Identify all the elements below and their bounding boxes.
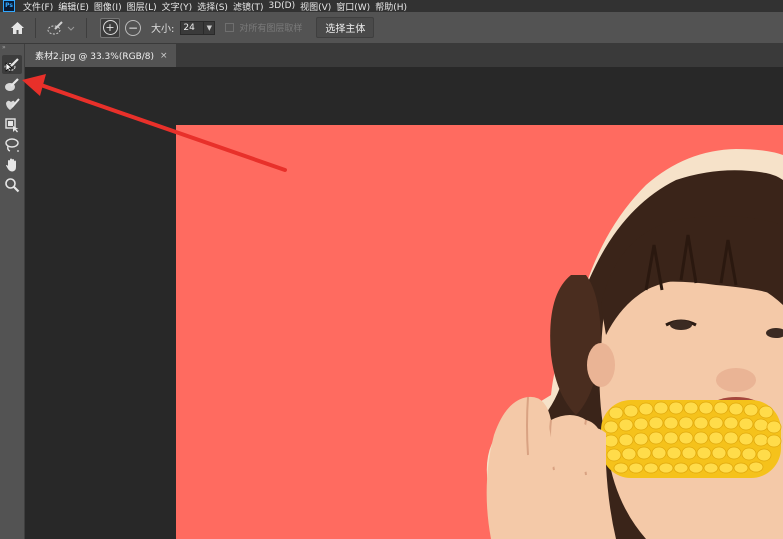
quick-selection-tool[interactable] <box>2 55 22 74</box>
menu-image[interactable]: 图像(I) <box>94 0 127 13</box>
document-tab-title: 素材2.jpg @ 33.3%(RGB/8) <box>35 52 155 62</box>
document-canvas[interactable] <box>176 125 783 539</box>
document-tab[interactable]: 素材2.jpg @ 33.3%(RGB/8) × <box>25 44 176 67</box>
options-bar: + − 大小: ▼ 对所有图层取样 选择主体 <box>0 12 783 44</box>
canvas-workspace[interactable] <box>25 67 783 539</box>
hand-icon <box>6 158 16 171</box>
lasso-tool[interactable] <box>2 135 22 154</box>
brush-selection-icon <box>5 77 19 91</box>
plus-circle-icon: + <box>102 20 118 35</box>
menu-bar: Ps 文件(F) 编辑(E) 图像(I) 图层(L) 文字(Y) 选择(S) 滤… <box>0 0 783 12</box>
quick-selection-preset-icon <box>47 20 75 34</box>
object-selection-icon <box>5 117 19 132</box>
add-to-selection-button[interactable]: + <box>100 17 120 38</box>
healing-brush-icon <box>6 97 20 110</box>
tool-preset-picker[interactable] <box>44 18 78 38</box>
zoom-icon <box>5 177 20 192</box>
menu-select[interactable]: 选择(S) <box>197 0 233 13</box>
sample-all-layers-label: 对所有图层取样 <box>239 24 303 34</box>
menu-file[interactable]: 文件(F) <box>23 0 58 13</box>
toolbar-collapse-handle[interactable]: » <box>0 44 24 54</box>
menu-layer[interactable]: 图层(L) <box>127 0 162 13</box>
menu-edit[interactable]: 编辑(E) <box>58 0 94 13</box>
document-tab-strip: 素材2.jpg @ 33.3%(RGB/8) × <box>25 44 783 67</box>
tools-panel: » <box>0 44 25 539</box>
size-label: 大小: <box>151 24 175 35</box>
home-icon[interactable] <box>7 18 27 38</box>
menu-help[interactable]: 帮助(H) <box>375 0 412 13</box>
subtract-from-selection-button[interactable]: − <box>125 19 141 36</box>
quick-selection-icon <box>4 57 19 72</box>
photoshop-logo-icon: Ps <box>3 0 15 12</box>
size-input[interactable] <box>180 20 205 35</box>
select-subject-button[interactable]: 选择主体 <box>316 17 375 38</box>
minus-circle-icon: − <box>127 20 139 35</box>
lasso-icon <box>5 137 19 152</box>
hand-tool[interactable] <box>2 155 22 174</box>
healing-brush-tool[interactable] <box>2 95 22 114</box>
options-separator <box>35 17 36 38</box>
object-selection-tool[interactable] <box>2 115 22 134</box>
sample-all-layers-checkbox[interactable] <box>225 23 235 32</box>
zoom-tool[interactable] <box>2 175 22 194</box>
brush-selection-tool[interactable] <box>2 75 22 94</box>
menu-window[interactable]: 窗口(W) <box>336 0 375 13</box>
options-separator <box>86 17 87 38</box>
menu-type[interactable]: 文字(Y) <box>162 0 198 13</box>
menu-filter[interactable]: 滤镜(T) <box>233 0 269 13</box>
menu-view[interactable]: 视图(V) <box>300 0 336 13</box>
photo-girl-eating-corn <box>486 149 783 539</box>
close-icon[interactable]: × <box>160 51 168 61</box>
menu-3d[interactable]: 3D(D) <box>268 1 300 11</box>
chevron-down-icon[interactable]: ▼ <box>204 20 216 35</box>
